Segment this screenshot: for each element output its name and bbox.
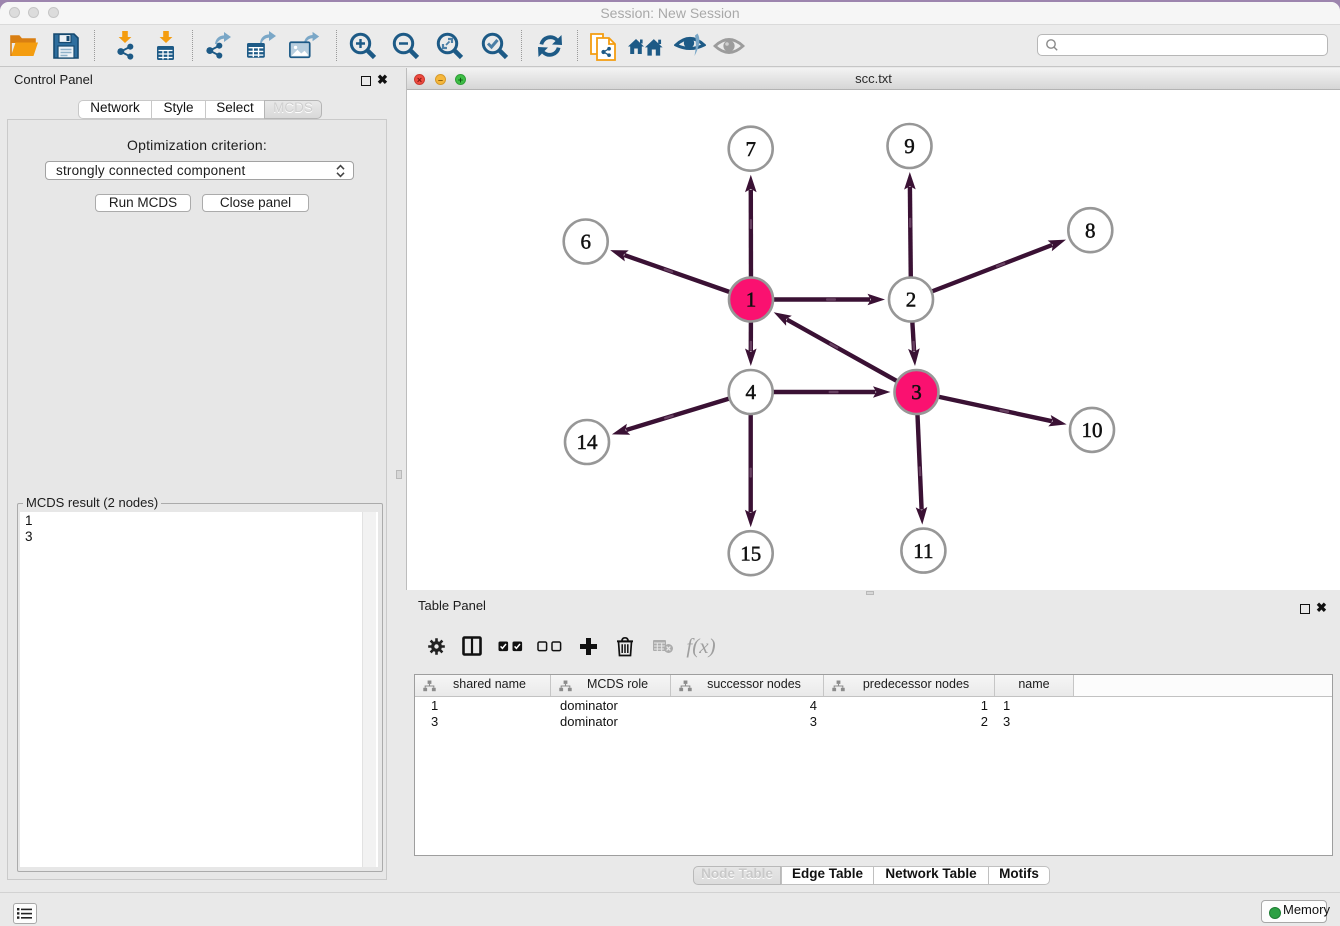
svg-text:1: 1 [746, 288, 757, 312]
svg-text:2: 2 [906, 288, 917, 312]
svg-text:8: 8 [1085, 218, 1096, 242]
svg-text:6: 6 [580, 230, 591, 254]
svg-text:4: 4 [745, 380, 756, 404]
svg-text:9: 9 [904, 134, 915, 158]
svg-text:3: 3 [911, 380, 922, 404]
svg-text:15: 15 [740, 541, 761, 565]
svg-text:14: 14 [577, 430, 599, 454]
svg-text:11: 11 [913, 539, 933, 563]
svg-text:10: 10 [1082, 418, 1103, 442]
svg-text:7: 7 [745, 137, 756, 161]
